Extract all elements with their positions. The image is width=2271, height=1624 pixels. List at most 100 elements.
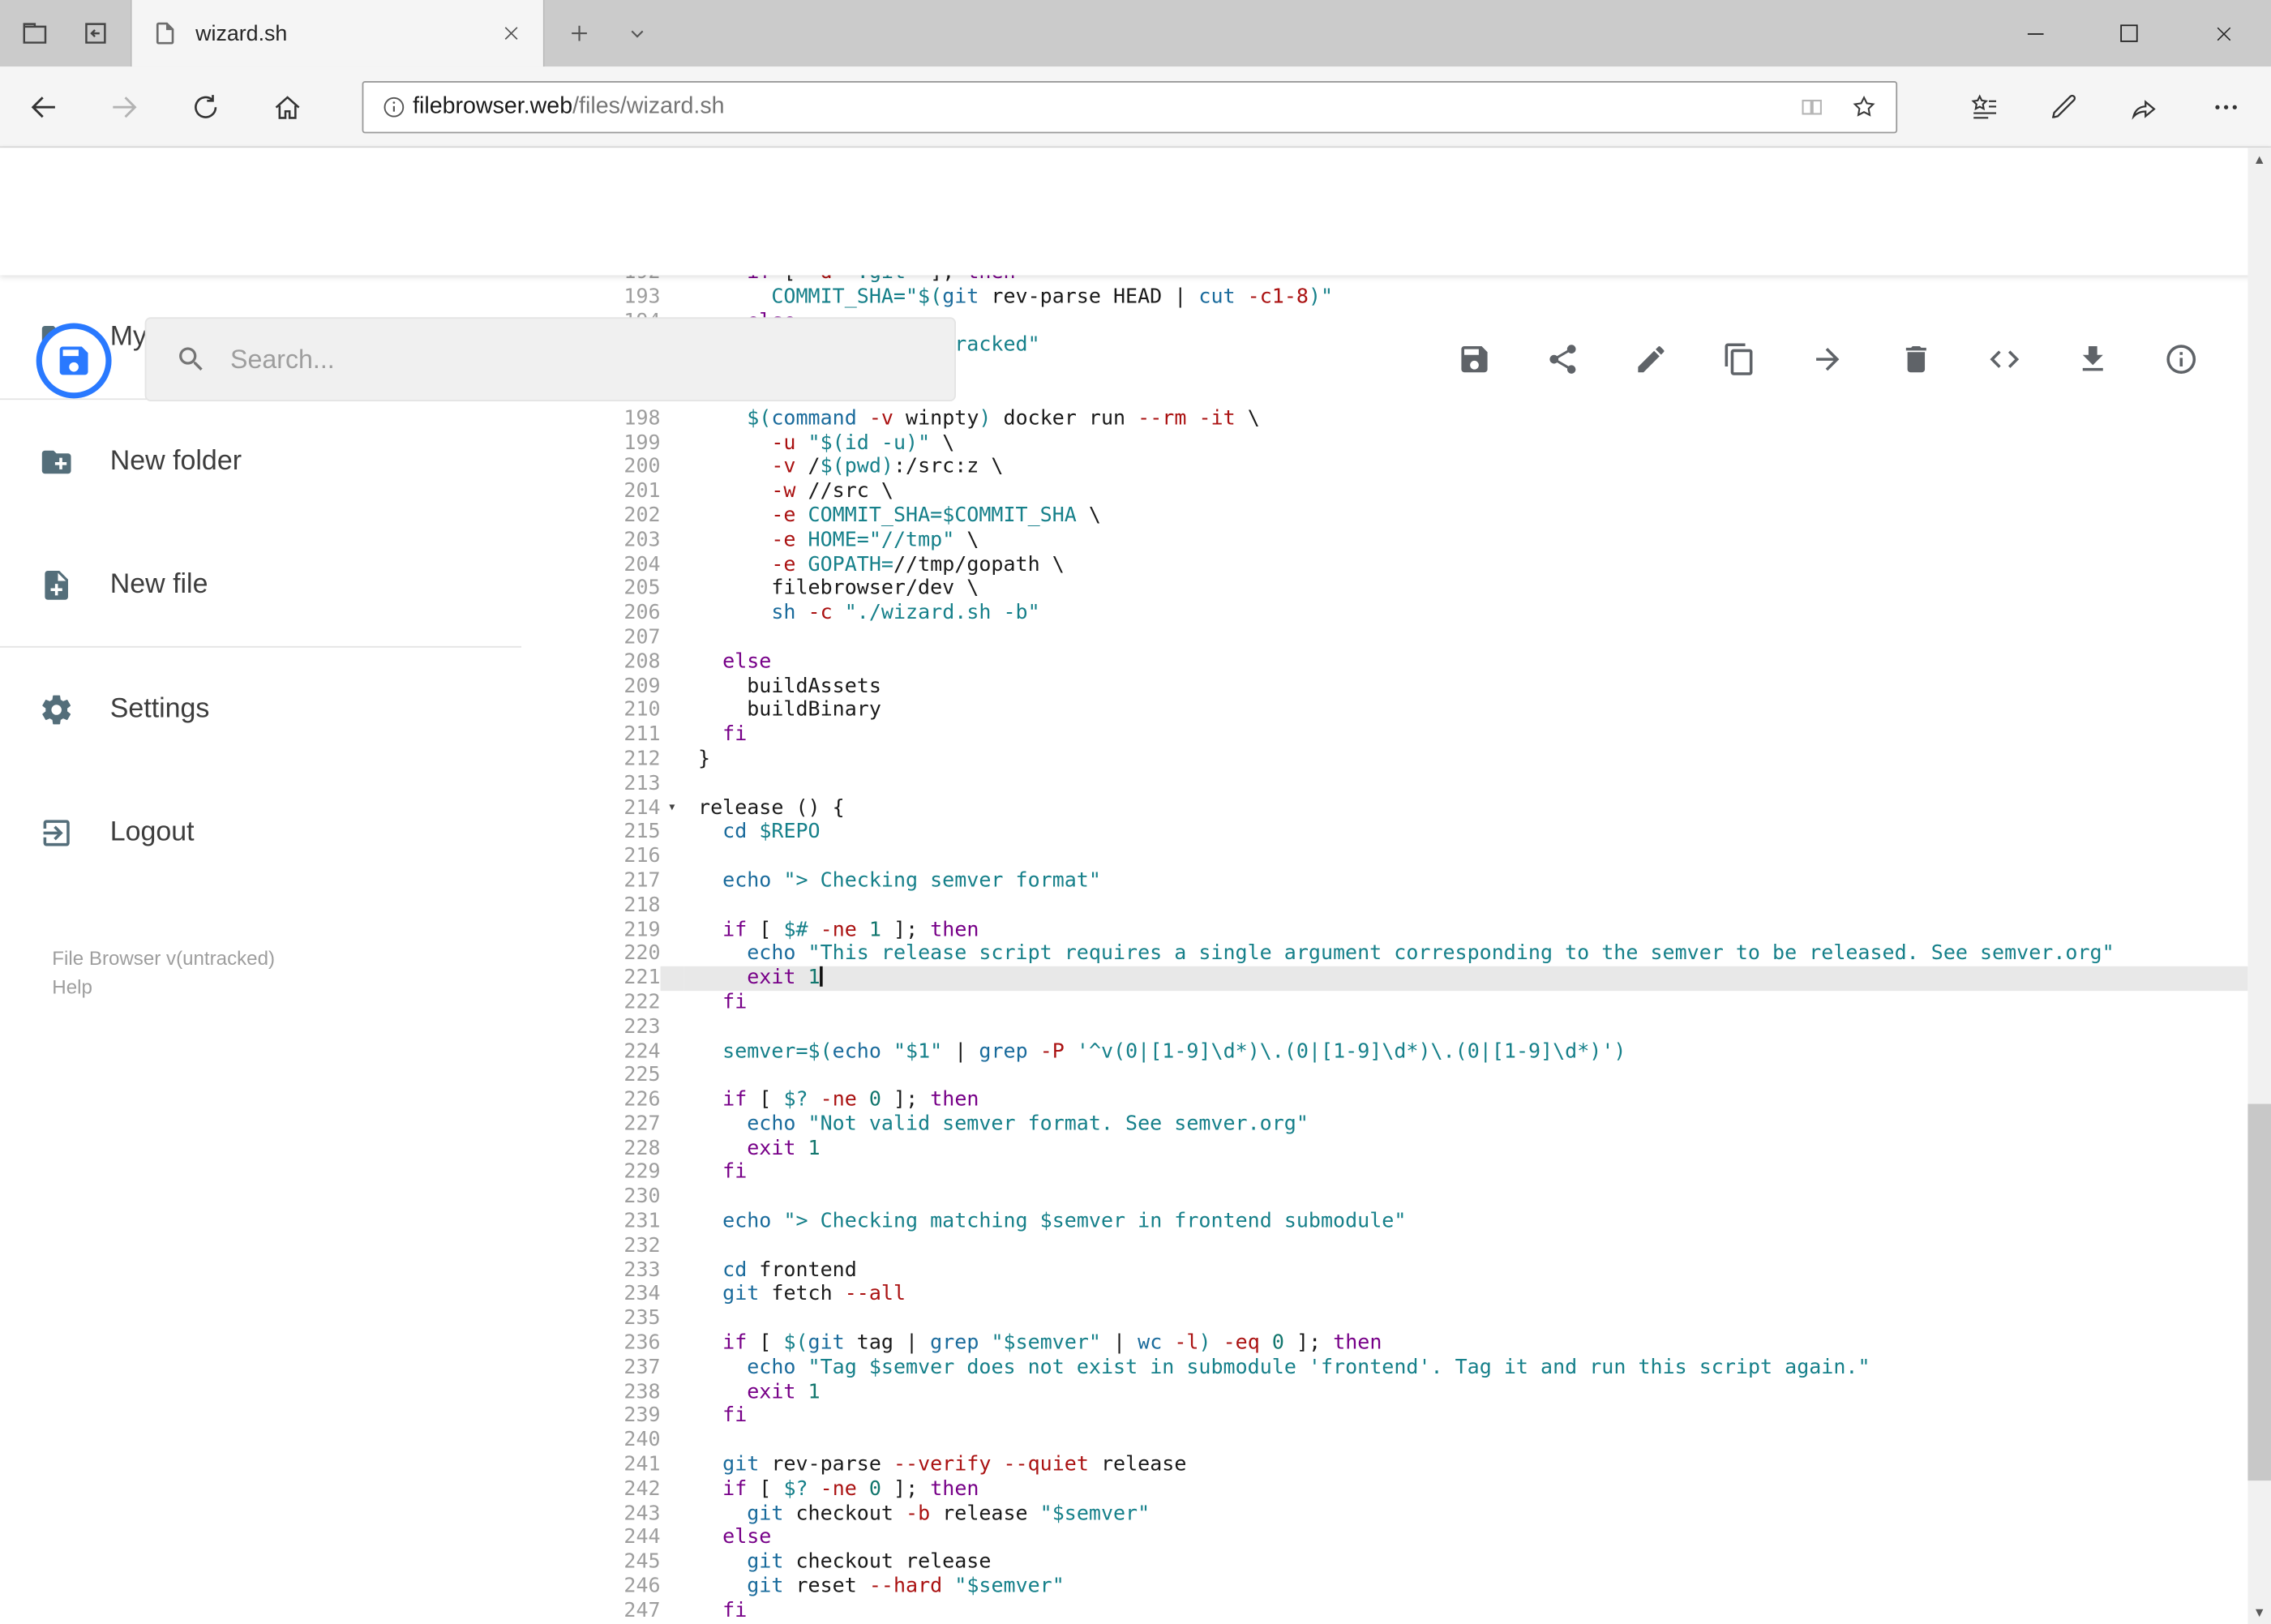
favorite-star-button[interactable] xyxy=(1849,92,1879,122)
code-line-241[interactable]: 241 git rev-parse --verify --quiet relea… xyxy=(580,1453,2248,1477)
tab-preview-button[interactable] xyxy=(3,0,67,66)
code-line-238[interactable]: 238 exit 1 xyxy=(580,1380,2248,1404)
code-line-192[interactable]: 192 if [ -d ".git" ]; then xyxy=(580,275,2248,285)
code-view-button[interactable] xyxy=(1987,342,2022,377)
code-editor[interactable]: 192 if [ -d ".git" ]; then193 COMMIT_SHA… xyxy=(579,275,2248,1624)
refresh-button[interactable] xyxy=(177,78,234,135)
scrollbar-thumb[interactable] xyxy=(2247,1103,2271,1481)
hub-button[interactable] xyxy=(1956,78,2013,135)
new-tab-button[interactable] xyxy=(551,0,608,66)
code-line-210[interactable]: 210 buildBinary xyxy=(580,699,2248,723)
share-file-button[interactable] xyxy=(1545,342,1580,377)
delete-button[interactable] xyxy=(1899,342,1934,377)
code-line-214[interactable]: 214 ▾ release () { xyxy=(580,796,2248,821)
code-line-226[interactable]: 226 if [ $? -ne 0 ]; then xyxy=(580,1088,2248,1112)
code-line-223[interactable]: 223 xyxy=(580,1015,2248,1039)
code-line-203[interactable]: 203 -e HOME="//tmp" \ xyxy=(580,529,2248,553)
copy-button[interactable] xyxy=(1722,342,1757,377)
code-line-240[interactable]: 240 xyxy=(580,1429,2248,1453)
code-line-207[interactable]: 207 xyxy=(580,626,2248,650)
set-tabs-aside-button[interactable] xyxy=(64,0,128,66)
code-line-205[interactable]: 205 filebrowser/dev \ xyxy=(580,577,2248,602)
site-info-icon[interactable] xyxy=(381,94,407,120)
info-button[interactable] xyxy=(2164,342,2199,377)
move-button[interactable] xyxy=(1810,342,1845,377)
code-line-243[interactable]: 243 git checkout -b release "$semver" xyxy=(580,1502,2248,1526)
sidebar-item-new-file[interactable]: New file xyxy=(0,523,580,646)
code-text: if [ $? -ne 0 ]; then xyxy=(722,1088,979,1112)
save-icon xyxy=(1461,346,1488,373)
sidebar-item-new-folder[interactable]: New folder xyxy=(0,400,580,523)
fold-arrow-icon[interactable]: ▾ xyxy=(661,796,684,821)
code-line-222[interactable]: 222 fi xyxy=(580,991,2248,1015)
code-line-225[interactable]: 225 xyxy=(580,1064,2248,1088)
page-scrollbar[interactable]: ▲ ▼ xyxy=(2247,148,2271,1624)
code-line-221[interactable]: 221 exit 1 xyxy=(580,966,2248,992)
app-logo[interactable] xyxy=(36,323,112,399)
code-text: git checkout -b release "$semver" xyxy=(747,1502,1150,1525)
code-line-213[interactable]: 213 xyxy=(580,772,2248,796)
code-line-215[interactable]: 215 cd $REPO xyxy=(580,821,2248,845)
tab-close-button[interactable] xyxy=(491,13,532,54)
web-notes-button[interactable] xyxy=(2035,78,2093,135)
code-line-233[interactable]: 233 cd frontend xyxy=(580,1258,2248,1283)
tab-list-button[interactable] xyxy=(608,0,666,66)
code-line-218[interactable]: 218 xyxy=(580,893,2248,918)
line-number: 221 xyxy=(623,966,661,990)
code-line-245[interactable]: 245 git checkout release xyxy=(580,1550,2248,1575)
code-line-231[interactable]: 231 echo "> Checking matching $semver in… xyxy=(580,1210,2248,1234)
more-options-button[interactable] xyxy=(2197,78,2255,135)
code-line-206[interactable]: 206 sh -c "./wizard.sh -b" xyxy=(580,602,2248,626)
code-line-224[interactable]: 224 semver=$(echo "$1" | grep -P '^v(0|[… xyxy=(580,1039,2248,1064)
window-minimize-button[interactable] xyxy=(2002,0,2068,66)
rename-button[interactable] xyxy=(1634,342,1669,377)
code-line-220[interactable]: 220 echo "This release script requires a… xyxy=(580,942,2248,966)
code-line-239[interactable]: 239 fi xyxy=(580,1404,2248,1429)
scroll-up-arrow-icon[interactable]: ▲ xyxy=(2247,148,2271,171)
code-line-202[interactable]: 202 -e COMMIT_SHA=$COMMIT_SHA \ xyxy=(580,504,2248,529)
search-box[interactable] xyxy=(144,317,956,401)
code-line-201[interactable]: 201 -w //src \ xyxy=(580,480,2248,504)
code-line-200[interactable]: 200 -v /$(pwd):/src:z \ xyxy=(580,456,2248,480)
code-line-229[interactable]: 229 fi xyxy=(580,1161,2248,1185)
code-line-211[interactable]: 211 fi xyxy=(580,723,2248,748)
home-button[interactable] xyxy=(258,78,315,135)
back-button[interactable] xyxy=(15,78,72,135)
help-link[interactable]: Help xyxy=(52,974,275,1003)
code-line-244[interactable]: 244 else xyxy=(580,1526,2248,1550)
code-line-219[interactable]: 219 if [ $# -ne 1 ]; then xyxy=(580,918,2248,942)
code-line-235[interactable]: 235 xyxy=(580,1307,2248,1331)
code-line-246[interactable]: 246 git reset --hard "$semver" xyxy=(580,1575,2248,1599)
code-line-247[interactable]: 247 fi xyxy=(580,1599,2248,1623)
code-line-227[interactable]: 227 echo "Not valid semver format. See s… xyxy=(580,1112,2248,1137)
address-bar[interactable]: filebrowser.web/files/wizard.sh xyxy=(362,81,1898,134)
code-line-228[interactable]: 228 exit 1 xyxy=(580,1137,2248,1161)
code-line-237[interactable]: 237 echo "Tag $semver does not exist in … xyxy=(580,1356,2248,1380)
code-line-236[interactable]: 236 if [ $(git tag | grep "$semver" | wc… xyxy=(580,1331,2248,1356)
code-line-208[interactable]: 208 else xyxy=(580,650,2248,675)
search-input[interactable] xyxy=(227,342,955,376)
code-line-212[interactable]: 212} xyxy=(580,748,2248,772)
sidebar-item-settings[interactable]: Settings xyxy=(0,648,580,771)
code-line-232[interactable]: 232 xyxy=(580,1234,2248,1258)
window-maximize-button[interactable] xyxy=(2096,0,2162,66)
code-line-199[interactable]: 199 -u "$(id -u)" \ xyxy=(580,431,2248,456)
code-line-209[interactable]: 209 buildAssets xyxy=(580,675,2248,699)
code-line-204[interactable]: 204 -e GOPATH=//tmp/gopath \ xyxy=(580,553,2248,577)
code-line-234[interactable]: 234 git fetch --all xyxy=(580,1283,2248,1307)
sidebar-item-logout[interactable]: Logout xyxy=(0,771,580,894)
window-close-button[interactable] xyxy=(2190,0,2256,66)
save-button[interactable] xyxy=(1457,342,1492,377)
share-button[interactable] xyxy=(2115,78,2172,135)
tab[interactable]: wizard.sh xyxy=(130,0,545,67)
code-line-242[interactable]: 242 if [ $? -ne 0 ]; then xyxy=(580,1477,2248,1502)
scroll-down-arrow-icon[interactable]: ▼ xyxy=(2247,1600,2271,1624)
code-line-216[interactable]: 216 xyxy=(580,845,2248,869)
code-line-230[interactable]: 230 xyxy=(580,1185,2248,1210)
forward-button[interactable] xyxy=(96,78,153,135)
line-number: 212 xyxy=(623,747,661,771)
download-button[interactable] xyxy=(2076,342,2110,377)
reading-view-button[interactable] xyxy=(1798,92,1827,122)
code-line-217[interactable]: 217 echo "> Checking semver format" xyxy=(580,869,2248,893)
